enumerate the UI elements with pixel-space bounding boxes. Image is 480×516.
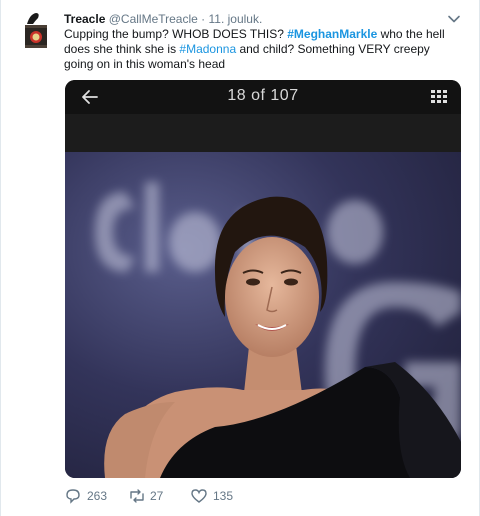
chevron-down-icon <box>448 15 460 23</box>
tweet-header: Treacle @CallMeTreacle · 11. jouluk. <box>64 12 262 26</box>
reply-icon <box>66 489 80 504</box>
tweet-photo[interactable] <box>65 152 461 478</box>
photo-illustration <box>95 182 461 478</box>
hashtag-madonna-link[interactable]: #Madonna <box>179 42 236 56</box>
author-name[interactable]: Treacle <box>64 12 105 26</box>
treacle-tin-avatar-icon <box>25 13 47 48</box>
tweet-card: Treacle @CallMeTreacle · 11. jouluk. Cup… <box>0 0 480 516</box>
tweet-text-part: Cupping the bump? WHOB DOES THIS? <box>64 27 288 41</box>
heart-icon <box>191 489 207 503</box>
like-count: 135 <box>213 489 234 503</box>
gallery-toolbar: 18 of 107 <box>65 80 461 114</box>
retweet-button[interactable]: 27 <box>128 488 188 504</box>
avatar[interactable] <box>21 12 51 50</box>
retweet-icon <box>130 489 144 503</box>
tweet-date[interactable]: 11. jouluk. <box>209 12 263 26</box>
separator-dot: · <box>201 12 206 26</box>
media-container[interactable]: 18 of 107 <box>65 80 461 478</box>
author-handle[interactable]: @CallMeTreacle <box>109 12 198 26</box>
gallery-counter: 18 of 107 <box>227 87 299 104</box>
reply-button[interactable]: 263 <box>65 488 125 504</box>
grid-icon[interactable] <box>431 90 447 104</box>
tweet-text: Cupping the bump? WHOB DOES THIS? #Megha… <box>64 27 459 72</box>
tweet-menu-button[interactable] <box>447 12 461 26</box>
retweet-count: 27 <box>150 489 164 503</box>
reply-count: 263 <box>87 489 108 503</box>
hashtag-meghanmarkle-link[interactable]: #MeghanMarkle <box>287 27 377 41</box>
gallery-subbar <box>65 114 461 152</box>
like-button[interactable]: 135 <box>191 488 251 504</box>
